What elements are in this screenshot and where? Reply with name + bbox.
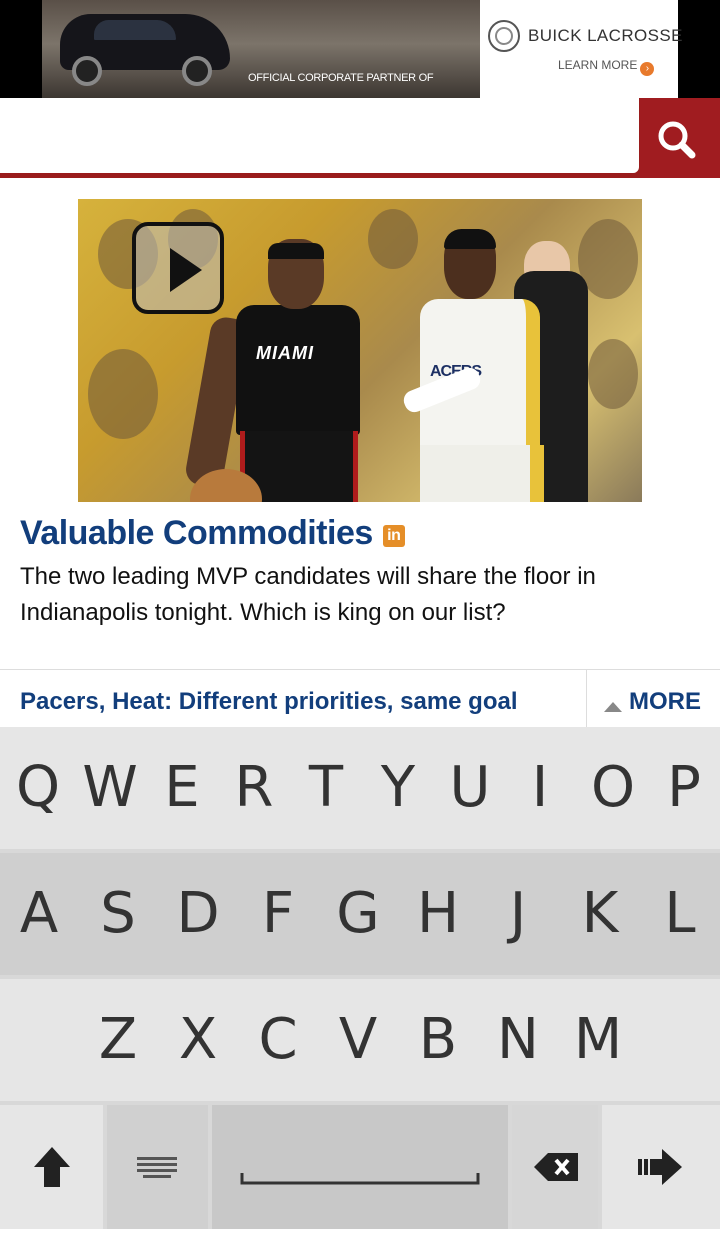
enter-key[interactable] [602, 1105, 720, 1229]
keyboard-row-2: A S D F G H J K L [0, 853, 720, 975]
player-pacers: ACERS [400, 229, 568, 502]
ad-cta-panel[interactable]: BUICK LACROSSE LEARN MORE › [480, 0, 682, 98]
chevron-right-icon: › [640, 62, 655, 76]
key-c[interactable]: C [238, 979, 318, 1101]
ad-car-image: OFFICIAL CORPORATE PARTNER OF [42, 0, 480, 98]
key-h[interactable]: H [398, 853, 478, 975]
key-m[interactable]: M [558, 979, 638, 1101]
key-u[interactable]: U [434, 727, 506, 849]
related-story-link[interactable]: Pacers, Heat: Different priorities, same… [20, 688, 518, 716]
key-p[interactable]: P [648, 727, 720, 849]
key-l[interactable]: L [640, 853, 720, 975]
key-g[interactable]: G [318, 853, 398, 975]
space-key[interactable] [212, 1105, 508, 1229]
key-n[interactable]: N [478, 979, 558, 1101]
soft-keyboard: Q W E R T Y U I O P A S D F G H J K L Z … [0, 727, 720, 1229]
keyboard-row-1: Q W E R T Y U I O P [0, 727, 720, 849]
car-wheel [72, 56, 102, 86]
play-icon [170, 248, 202, 292]
car-wheel [182, 56, 212, 86]
key-r[interactable]: R [218, 727, 290, 849]
search-input[interactable] [0, 98, 639, 173]
keyboard-row-4 [0, 1105, 720, 1229]
player-headband [268, 243, 324, 259]
key-v[interactable]: V [318, 979, 398, 1101]
arrow-up-icon [34, 1147, 70, 1187]
player-miami: MIAMI [183, 239, 366, 502]
ad-brand: BUICK LACROSSE [528, 26, 683, 45]
key-e[interactable]: E [146, 727, 218, 849]
keyboard-row-3: Z X C V B N M [0, 979, 720, 1101]
article-summary: The two leading MVP candidates will shar… [20, 563, 596, 626]
player-hair [444, 229, 496, 249]
crowd-figure [88, 349, 158, 439]
shift-key[interactable] [0, 1105, 103, 1229]
key-f[interactable]: F [238, 853, 318, 975]
key-s[interactable]: S [78, 853, 158, 975]
keyboard-layout-key[interactable] [107, 1105, 208, 1229]
ad-partner-text: OFFICIAL CORPORATE PARTNER OF [248, 72, 434, 84]
more-label: MORE [629, 688, 701, 715]
backspace-icon [534, 1153, 578, 1181]
search-icon [658, 121, 696, 159]
key-i[interactable]: I [504, 727, 576, 849]
keyboard-icon [137, 1157, 177, 1178]
player-shorts [420, 445, 544, 502]
key-y[interactable]: Y [362, 727, 434, 849]
key-k[interactable]: K [560, 853, 640, 975]
ad-learn-more[interactable]: LEARN MORE › [558, 58, 655, 76]
key-t[interactable]: T [290, 727, 362, 849]
crowd-figure [588, 339, 638, 409]
player-jersey [236, 305, 360, 435]
key-o[interactable]: O [577, 727, 649, 849]
car-window [94, 20, 176, 40]
key-d[interactable]: D [158, 853, 238, 975]
backspace-key[interactable] [512, 1105, 598, 1229]
key-x[interactable]: X [158, 979, 238, 1101]
insider-icon: in [382, 525, 405, 547]
key-w[interactable]: W [74, 727, 146, 849]
related-strip: Pacers, Heat: Different priorities, same… [0, 669, 720, 728]
space-bar-icon [240, 1173, 480, 1185]
triangle-up-icon [604, 702, 622, 712]
article-video-thumbnail[interactable]: MIAMI ACERS [78, 199, 642, 502]
arrow-right-icon [638, 1149, 682, 1185]
key-j[interactable]: J [478, 853, 558, 975]
buick-logo-icon [488, 20, 520, 52]
search-bar [0, 98, 720, 178]
headline-text: Valuable Commodities [20, 514, 373, 552]
jersey-text: MIAMI [256, 343, 314, 363]
ad-banner[interactable]: OFFICIAL CORPORATE PARTNER OF BUICK LACR… [0, 0, 720, 98]
ad-learn-more-label: LEARN MORE [558, 58, 638, 72]
key-z[interactable]: Z [78, 979, 158, 1101]
search-button[interactable] [640, 98, 720, 178]
key-b[interactable]: B [398, 979, 478, 1101]
more-button[interactable]: MORE [586, 670, 720, 728]
article-headline[interactable]: Valuable Commodities in [20, 514, 405, 553]
key-q[interactable]: Q [2, 727, 74, 849]
play-button[interactable] [132, 222, 224, 314]
key-a[interactable]: A [0, 853, 78, 975]
